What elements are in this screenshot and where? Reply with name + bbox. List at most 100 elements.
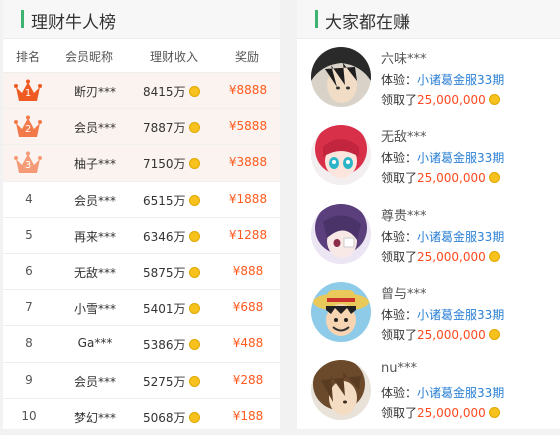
col-nickname: 会员昵称 — [65, 50, 114, 64]
table-row: 2 会员*** 7887万 ¥5888 — [3, 109, 280, 146]
rank-number: 9 — [25, 372, 33, 387]
income-amount: 5275万 — [143, 373, 200, 390]
list-item: nu*** 体验：小诸葛金服33期领取了25,000,000 — [297, 352, 560, 430]
member-nickname: 会员*** — [73, 193, 116, 208]
gold-coin-icon — [188, 158, 200, 170]
income-value: 8415万 — [143, 85, 186, 99]
earning-panel: 大家都在赚 六味*** 体验：小诸葛金服33期 领取了25,000,000 无敌***… — [297, 0, 560, 429]
col-rank: 排名 — [16, 50, 41, 64]
income-amount: 5386万 — [143, 336, 200, 353]
gold-coin-icon — [188, 375, 200, 387]
gold-coin-icon — [188, 122, 200, 134]
rank-number: 5 — [25, 227, 33, 242]
product-link[interactable]: 小诸葛金服33期 — [417, 386, 504, 400]
table-row: 7 小雪*** 5401万 ¥688 — [3, 290, 280, 327]
list-item: 曾与*** 体验：小诸葛金服33期 领取了25,000,000 — [297, 274, 560, 352]
gold-coin-icon — [488, 407, 500, 419]
list-item: 六味*** 体验：小诸葛金服33期 领取了25,000,000 — [297, 39, 560, 117]
product-link[interactable]: 小诸葛金服33期 — [417, 308, 504, 322]
received-line: 领取了25,000,000 — [381, 404, 500, 421]
reward-amount: ¥188 — [232, 408, 264, 423]
reward-amount: ¥288 — [232, 372, 264, 387]
user-name: 尊贵*** — [381, 208, 427, 224]
received-line: 领取了25,000,000 — [381, 169, 500, 186]
table-row: 8 Ga*** 5386万 ¥488 — [3, 326, 280, 363]
member-nickname: 会员*** — [73, 121, 116, 136]
product-link[interactable]: 小诸葛金服33期 — [417, 73, 504, 87]
table-row: 9 会员*** 5275万 ¥288 — [3, 363, 280, 399]
reward-amount: ¥8888 — [228, 83, 268, 97]
reward-amount: ¥3888 — [228, 155, 268, 170]
user-name: 无敌*** — [381, 130, 427, 146]
gold-coin-icon — [188, 303, 200, 315]
received-amount: 25,000,000 — [417, 327, 486, 342]
leaderboard-rows: 1 断刃*** 8415万 ¥8888 2 会员*** 7887万 ¥5888 3 柚子*** 71… — [3, 73, 280, 435]
gold-coin-icon — [188, 266, 200, 278]
rank-number: 2 — [24, 124, 32, 136]
crown-icon: 2 — [14, 115, 42, 139]
leaderboard-panel: 理财牛人榜 排名 会员昵称 理财收入 奖励 1 断刃*** 8415万 ¥8888 2 会… — [3, 0, 280, 435]
crown-icon: 1 — [14, 79, 42, 103]
received-label: 领取了 — [381, 327, 418, 342]
member-nickname: 会员*** — [73, 374, 116, 389]
received-amount: 25,000,000 — [417, 249, 486, 264]
member-nickname: 梦幻*** — [73, 410, 116, 425]
rank-number: 1 — [24, 88, 32, 99]
rank-number: 10 — [21, 408, 37, 423]
list-item: 无敌*** 体验：小诸葛金服33期 领取了25,000,000 — [297, 117, 560, 195]
crown-icon: 3 — [14, 151, 42, 175]
leaderboard-title: 理财牛人榜 — [31, 13, 116, 33]
member-nickname: 小雪*** — [73, 302, 116, 317]
received-line: 领取了25,000,000 — [381, 326, 500, 343]
gold-coin-icon — [188, 86, 200, 97]
received-amount: 25,000,000 — [417, 171, 486, 186]
gold-coin-icon — [188, 230, 200, 242]
reward-amount: ¥1888 — [228, 191, 268, 206]
user-name: 曾与*** — [381, 286, 427, 302]
experience-label: 体验： — [381, 307, 418, 322]
income-amount: 6346万 — [143, 228, 200, 245]
experience-line: 体验：小诸葛金服33期 — [381, 306, 504, 323]
income-value: 7150万 — [143, 157, 186, 172]
experience-label: 体验： — [381, 386, 418, 401]
user-name: nu*** — [381, 361, 417, 377]
reward-amount: ¥488 — [232, 336, 264, 351]
accent-bar — [21, 10, 24, 28]
col-income: 理财收入 — [150, 50, 199, 64]
member-nickname: 再来*** — [73, 229, 116, 244]
income-value: 7887万 — [143, 121, 186, 136]
rank-number: 7 — [25, 300, 33, 315]
avatar — [311, 47, 371, 107]
accent-bar — [315, 10, 318, 28]
table-row: 10 梦幻*** 5068万 ¥188 — [3, 399, 280, 435]
income-amount: 5875万 — [143, 264, 200, 281]
received-label: 领取了 — [381, 171, 418, 186]
member-nickname: Ga*** — [77, 336, 113, 351]
rank-number: 4 — [25, 191, 33, 206]
table-row: 1 断刃*** 8415万 ¥8888 — [3, 73, 280, 110]
table-row: 6 无敌*** 5875万 ¥888 — [3, 254, 280, 291]
experience-line: 体验：小诸葛金服33期 — [381, 71, 504, 88]
product-link[interactable]: 小诸葛金服33期 — [417, 230, 504, 244]
received-label: 领取了 — [381, 406, 418, 421]
income-amount: 7150万 — [143, 155, 200, 172]
table-row: 4 会员*** 6515万 ¥1888 — [3, 182, 280, 218]
income-value: 6346万 — [143, 229, 186, 244]
earning-title: 大家都在赚 — [325, 13, 410, 33]
received-amount: 25,000,000 — [417, 93, 486, 107]
gold-coin-icon — [188, 339, 200, 351]
table-row: 3 柚子*** 7150万 ¥3888 — [3, 145, 280, 182]
member-nickname: 无敌*** — [73, 265, 116, 280]
rank-number: 6 — [25, 263, 33, 278]
avatar — [311, 360, 371, 421]
product-link[interactable]: 小诸葛金服33期 — [417, 151, 504, 165]
received-line: 领取了25,000,000 — [381, 248, 500, 265]
table-row: 5 再来*** 6346万 ¥1288 — [3, 218, 280, 254]
experience-label: 体验： — [381, 229, 418, 244]
earning-header: 大家都在赚 — [297, 0, 560, 39]
income-amount: 7887万 — [143, 119, 200, 136]
rank-number: 8 — [25, 336, 33, 351]
reward-amount: ¥888 — [232, 263, 264, 278]
received-amount: 25,000,000 — [417, 406, 486, 421]
income-amount: 8415万 — [143, 83, 200, 100]
